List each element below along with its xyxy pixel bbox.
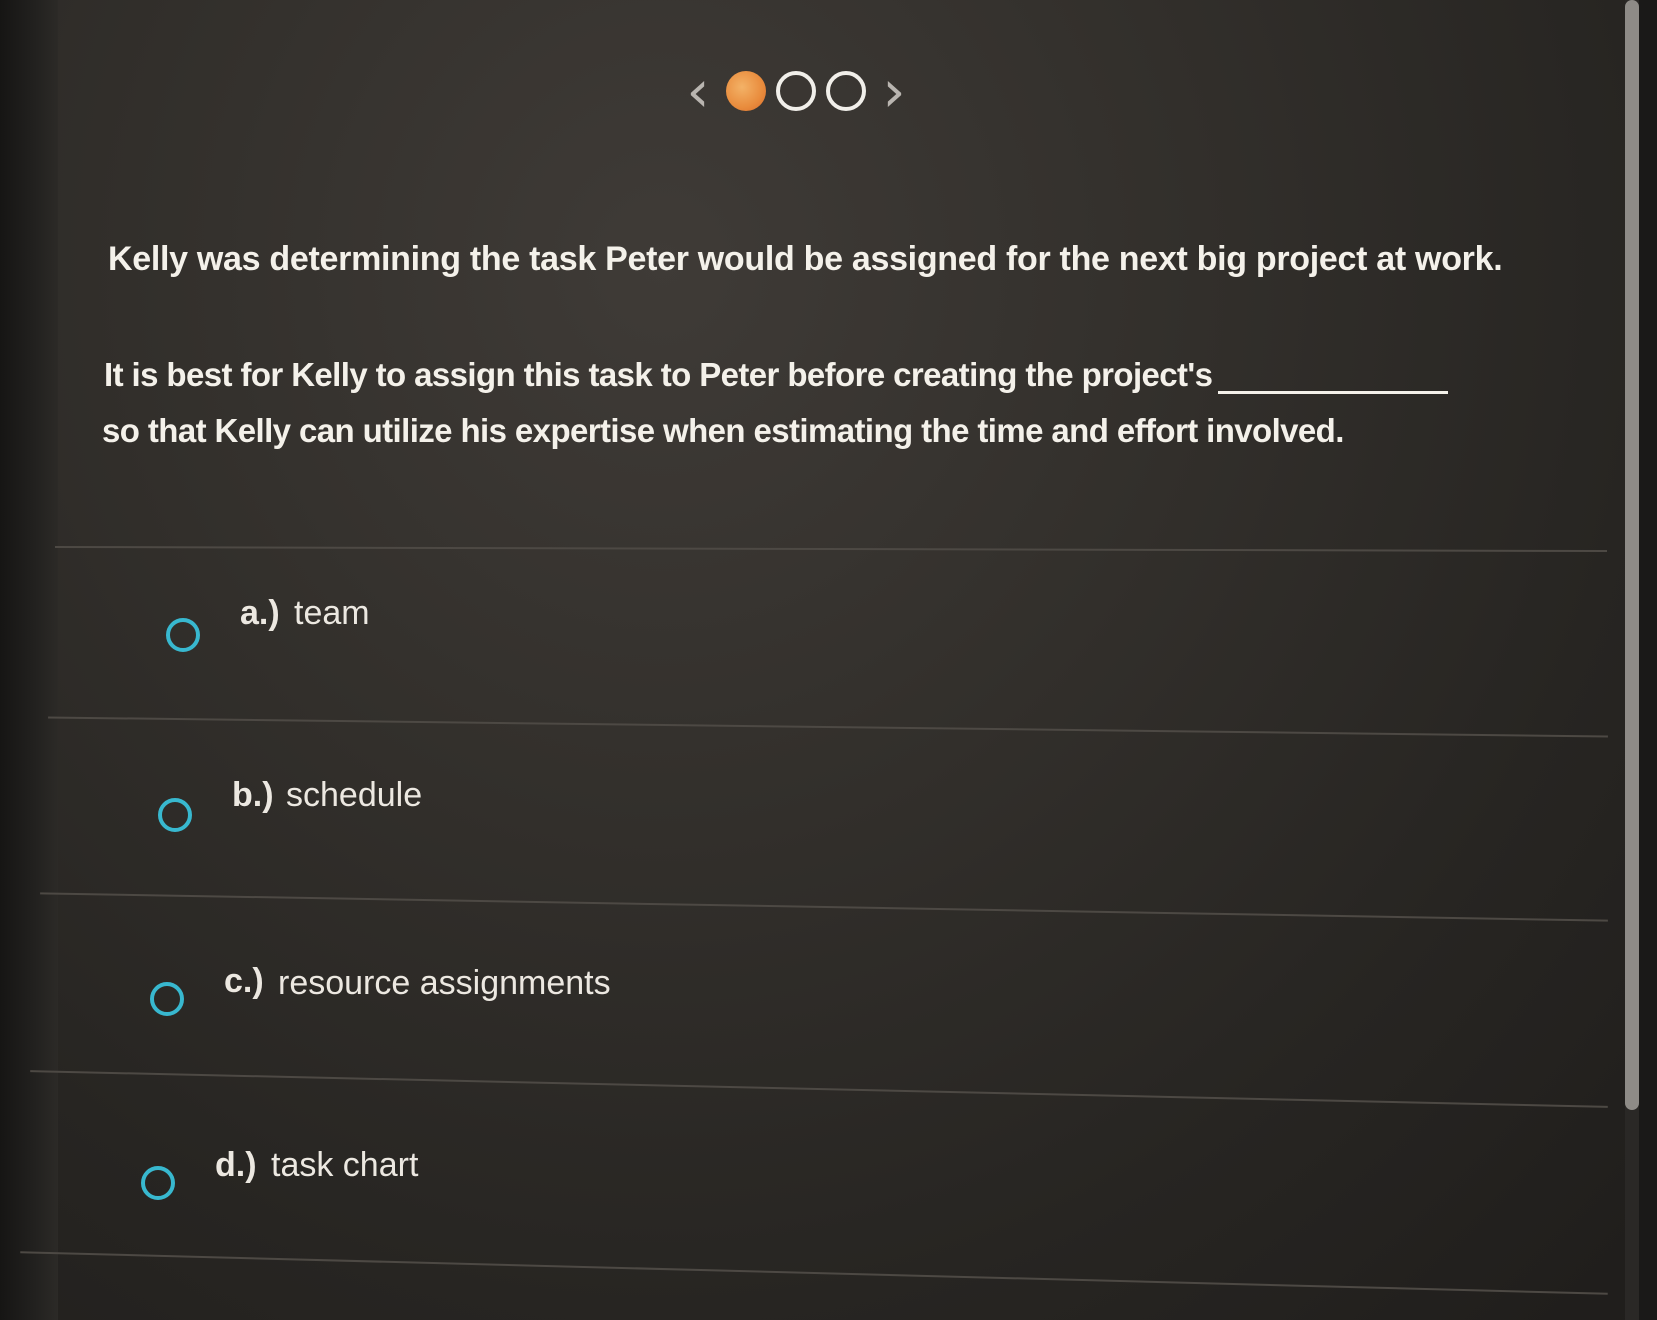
next-question-chevron-icon[interactable]: › bbox=[876, 62, 912, 120]
question-prompt-line-2: so that Kelly can utilize his expertise … bbox=[102, 412, 1344, 449]
radio-circle-icon[interactable] bbox=[166, 618, 200, 652]
option-letter: a.) bbox=[240, 594, 280, 632]
scrollbar-thumb[interactable] bbox=[1625, 0, 1639, 1110]
pager-dot-question-2[interactable] bbox=[776, 71, 816, 111]
radio-circle-icon[interactable] bbox=[158, 798, 192, 832]
option-label: task chart bbox=[271, 1146, 419, 1184]
radio-circle-icon[interactable] bbox=[141, 1166, 175, 1200]
question-pager: ‹ › bbox=[680, 62, 912, 120]
previous-question-chevron-icon[interactable]: ‹ bbox=[680, 62, 716, 120]
question-context: Kelly was determining the task Peter wou… bbox=[108, 240, 1503, 278]
question-prompt-text: It is best for Kelly to assign this task… bbox=[104, 356, 1213, 393]
pager-dot-question-3[interactable] bbox=[826, 71, 866, 111]
quiz-screen: ‹ › Kelly was determining the task Peter… bbox=[0, 0, 1657, 1320]
screen-edge bbox=[1639, 0, 1657, 1320]
option-letter: b.) bbox=[232, 776, 274, 814]
answer-blank bbox=[1218, 363, 1449, 394]
pager-dot-question-1[interactable] bbox=[726, 71, 766, 111]
option-label: resource assignments bbox=[278, 964, 611, 1002]
answer-option-c[interactable]: c.) resource assignments bbox=[150, 962, 1550, 1092]
radio-circle-icon[interactable] bbox=[150, 982, 184, 1016]
option-letter: d.) bbox=[215, 1146, 257, 1184]
option-divider bbox=[55, 545, 1608, 553]
option-label: team bbox=[294, 594, 370, 632]
answer-option-b[interactable]: b.) schedule bbox=[158, 776, 1558, 908]
option-letter: c.) bbox=[224, 962, 264, 1000]
question-prompt-line-1: It is best for Kelly to assign this task… bbox=[104, 356, 1449, 394]
screen-bezel bbox=[0, 0, 58, 1320]
answer-option-a[interactable]: a.) team bbox=[166, 594, 1566, 728]
option-label: schedule bbox=[286, 776, 423, 814]
answer-option-d[interactable]: d.) task chart bbox=[141, 1146, 1541, 1276]
